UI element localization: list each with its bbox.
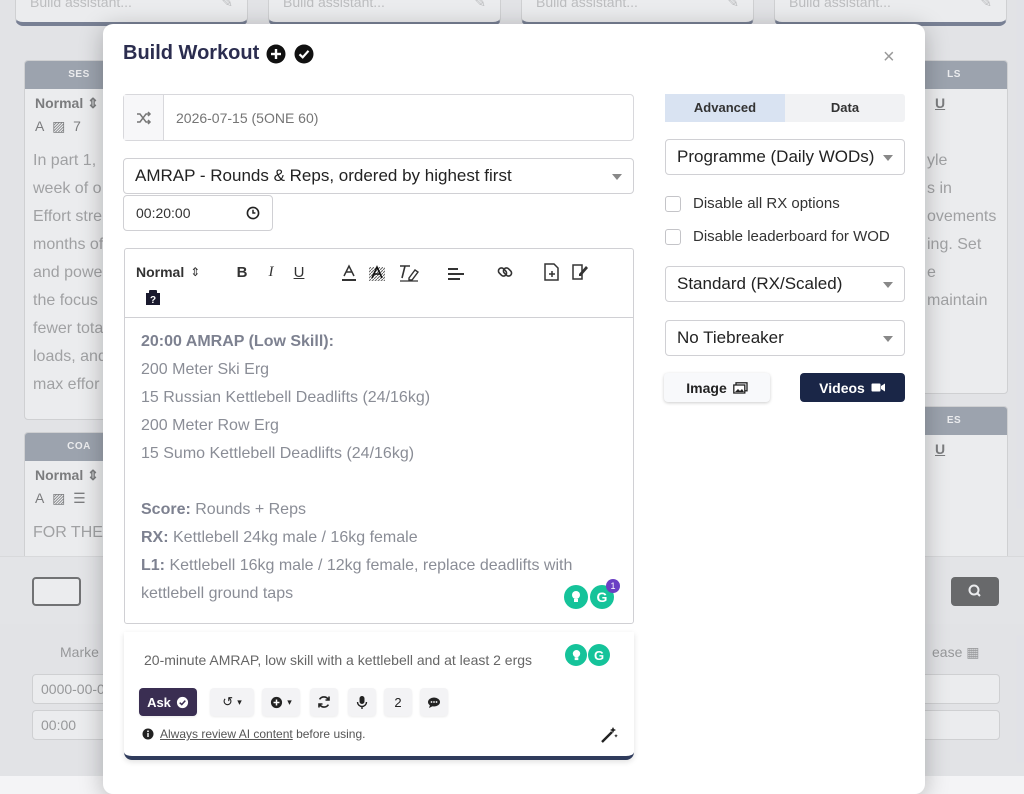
chevron-down-icon [612, 174, 622, 180]
date-field [123, 94, 634, 141]
info-icon [142, 728, 154, 740]
highlight-color-icon[interactable] [368, 263, 386, 283]
scoring-type-select[interactable]: AMRAP - Rounds & Reps, ordered by highes… [123, 158, 634, 194]
add-circle-icon [270, 696, 283, 709]
editor-line: RX: Kettlebell 24kg male / 16kg female [141, 529, 418, 546]
disable-leaderboard-checkbox[interactable] [665, 228, 681, 245]
link-icon[interactable] [496, 263, 514, 281]
standard-select[interactable]: Standard (RX/Scaled) [665, 266, 905, 302]
text-color-icon[interactable] [340, 263, 358, 283]
chevron-down-icon [883, 155, 893, 161]
editor-content[interactable]: 20:00 AMRAP (Low Skill): 200 Meter Ski E… [125, 318, 633, 618]
editor-line: L1: Kettlebell 16kg male / 12kg female, … [141, 557, 573, 574]
disable-rx-checkbox-row[interactable]: Disable all RX options [665, 195, 840, 212]
check-circle-icon[interactable] [293, 43, 315, 65]
workout-editor: Normal ⇕ B I U ? 20:00 AMRAP (Low Skill)… [124, 248, 634, 624]
editor-toolbar: Normal ⇕ B I U ? [125, 249, 633, 318]
ai-disclaimer: Always review AI content before using. [142, 727, 365, 741]
grammarly-icon[interactable]: G 1 [590, 579, 620, 609]
check-circle-icon [176, 696, 189, 709]
chevron-down-icon [883, 282, 893, 288]
chevron-down-icon [883, 336, 893, 342]
ai-prompt-text[interactable]: 20-minute AMRAP, low skill with a kettle… [144, 652, 532, 668]
edit-document-icon[interactable] [571, 262, 589, 282]
settings-tabs: Advanced Data [665, 94, 905, 122]
format-dropdown[interactable]: Normal ⇕ [136, 263, 200, 281]
close-icon[interactable]: × [883, 47, 895, 67]
modal-title-text: Build Workout [123, 42, 260, 64]
bold-icon[interactable]: B [234, 263, 250, 281]
tiebreaker-select[interactable]: No Tiebreaker [665, 320, 905, 356]
time-cap-input[interactable]: 00:20:00 [123, 195, 273, 231]
ask-button[interactable]: Ask [139, 688, 197, 716]
editor-line: Score: Rounds + Reps [141, 501, 306, 518]
disable-leaderboard-checkbox-row[interactable]: Disable leaderboard for WOD [665, 228, 890, 245]
history-button[interactable]: ↺ ▾ [210, 688, 254, 716]
italic-icon[interactable]: I [263, 263, 279, 281]
editor-line: 200 Meter Ski Erg [141, 361, 270, 378]
count-button[interactable]: 2 [384, 688, 412, 716]
magic-wand-icon[interactable] [600, 726, 618, 744]
grammarly-icon[interactable]: G [588, 644, 610, 666]
underline-icon[interactable]: U [291, 263, 307, 281]
refresh-icon[interactable] [310, 688, 338, 716]
lightbulb-icon[interactable] [565, 644, 587, 666]
editor-line: kettlebell ground taps [141, 585, 294, 602]
editor-line: 15 Russian Kettlebell Deadlifts (24/16kg… [141, 389, 431, 406]
tab-data[interactable]: Data [785, 94, 905, 122]
grammarly-count-badge: 1 [606, 579, 620, 593]
editor-line: 15 Sumo Kettlebell Deadlifts (24/16kg) [141, 445, 415, 462]
svg-text:?: ? [150, 295, 156, 306]
video-camera-icon [871, 382, 886, 393]
ai-assistant-panel: 20-minute AMRAP, low skill with a kettle… [124, 632, 634, 760]
help-badge-icon[interactable]: ? [143, 289, 163, 309]
videos-button[interactable]: Videos [800, 373, 905, 402]
review-ai-link[interactable]: Always review AI content [160, 727, 293, 741]
image-button[interactable]: Image [664, 373, 770, 402]
date-input[interactable] [164, 95, 633, 140]
programme-select[interactable]: Programme (Daily WODs) [665, 139, 905, 175]
shuffle-icon[interactable] [124, 95, 164, 140]
lightbulb-icon[interactable] [564, 585, 588, 609]
add-options-button[interactable]: ▾ [262, 688, 300, 716]
align-icon[interactable] [447, 265, 465, 283]
add-circle-icon[interactable] [265, 43, 287, 65]
modal-title: Build Workout [123, 42, 315, 65]
insert-template-icon[interactable] [543, 262, 561, 282]
build-workout-modal: Build Workout × AMRAP - Rounds & Reps, o… [103, 24, 925, 794]
clock-icon[interactable] [246, 206, 260, 220]
editor-line: 20:00 AMRAP (Low Skill): [141, 333, 334, 350]
images-icon [732, 381, 748, 394]
clear-format-icon[interactable] [398, 263, 420, 283]
tab-advanced[interactable]: Advanced [665, 94, 785, 122]
editor-line: 200 Meter Row Erg [141, 417, 279, 434]
disable-rx-checkbox[interactable] [665, 195, 681, 212]
history-icon: ↺ [222, 694, 234, 709]
microphone-icon[interactable] [348, 688, 376, 716]
chat-icon[interactable] [420, 688, 448, 716]
